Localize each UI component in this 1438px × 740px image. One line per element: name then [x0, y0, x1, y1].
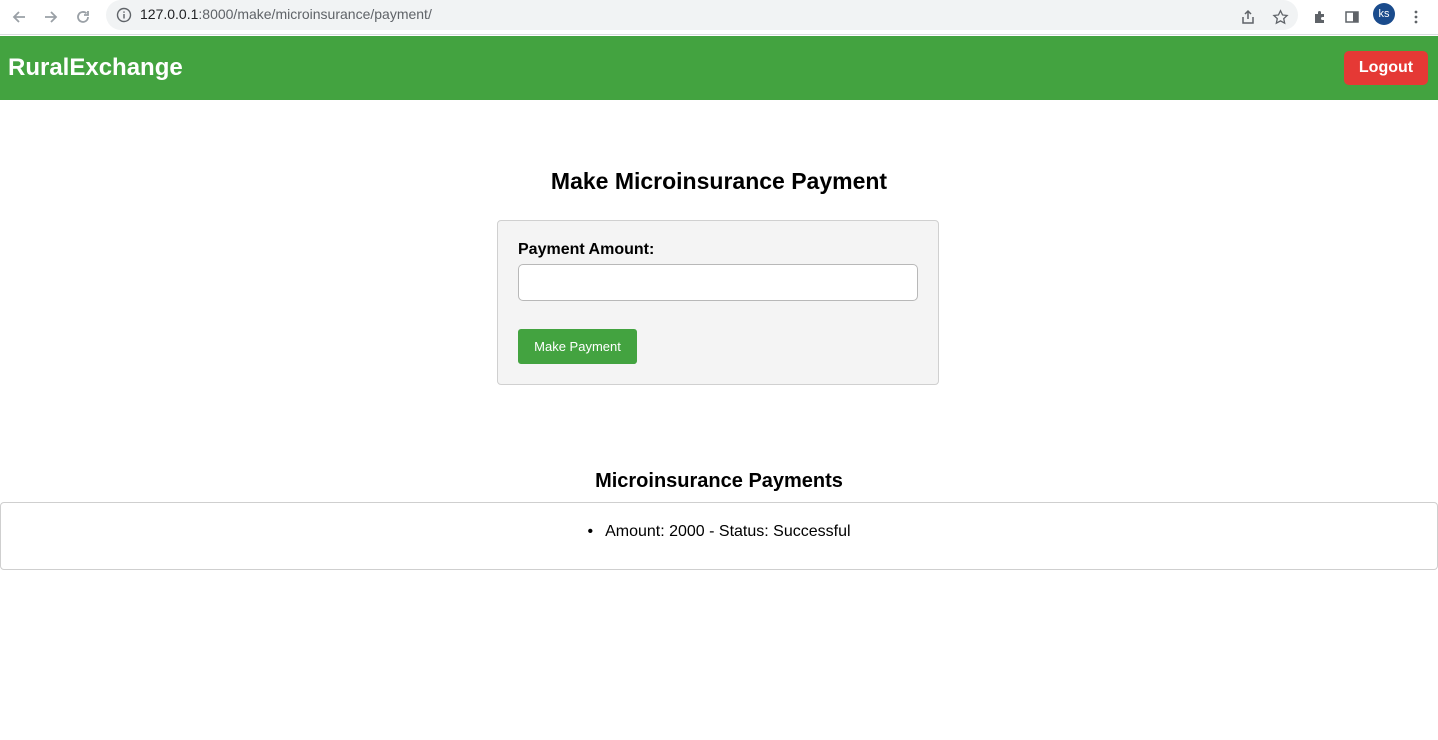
brand-logo-text[interactable]: RuralExchange — [8, 54, 183, 82]
star-icon[interactable] — [1267, 4, 1293, 30]
make-payment-button[interactable]: Make Payment — [518, 329, 637, 364]
info-icon[interactable] — [116, 7, 132, 28]
payments-section-title: Microinsurance Payments — [595, 470, 843, 492]
url-path: :8000/make/microinsurance/payment/ — [198, 6, 432, 22]
amount-label: Payment Amount: — [518, 241, 655, 258]
payments-list: • Amount: 2000 - Status: Successful — [1, 523, 1437, 541]
profile-avatar[interactable]: ks — [1373, 3, 1395, 25]
app-header: RuralExchange Logout — [0, 36, 1438, 100]
share-icon[interactable] — [1235, 4, 1261, 30]
forward-icon[interactable] — [38, 4, 64, 30]
logout-button[interactable]: Logout — [1344, 51, 1428, 85]
bullet-icon: • — [587, 523, 594, 540]
payment-form: Payment Amount: Make Payment — [497, 220, 939, 385]
reload-icon[interactable] — [70, 4, 96, 30]
extensions-icon[interactable] — [1307, 4, 1333, 30]
payments-list-container: • Amount: 2000 - Status: Successful — [0, 502, 1438, 570]
browser-toolbar: 127.0.0.1:8000/make/microinsurance/payme… — [0, 0, 1438, 35]
url-host: 127.0.0.1 — [140, 6, 199, 22]
amount-input[interactable] — [518, 264, 918, 301]
side-panel-icon[interactable] — [1339, 4, 1365, 30]
payment-item-text: Amount: 2000 - Status: Successful — [605, 523, 851, 540]
address-bar[interactable]: 127.0.0.1:8000/make/microinsurance/payme… — [106, 0, 1298, 30]
page-title: Make Microinsurance Payment — [550, 168, 888, 194]
menu-icon[interactable] — [1403, 4, 1429, 30]
back-icon[interactable] — [6, 4, 32, 30]
url-text: 127.0.0.1:8000/make/microinsurance/payme… — [140, 6, 432, 22]
list-item: • Amount: 2000 - Status: Successful — [587, 523, 850, 541]
